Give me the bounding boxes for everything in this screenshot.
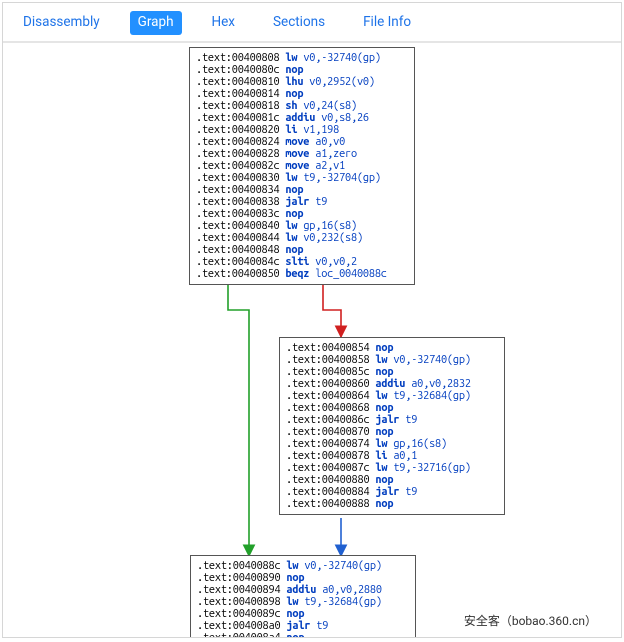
watermark: 安全客（bobao.360.cn）: [464, 612, 597, 629]
graph-node-n0[interactable]: .text:00400808 lw v0,-32740(gp) .text:00…: [189, 47, 415, 285]
tab-graph[interactable]: Graph: [130, 11, 182, 35]
tab-hex[interactable]: Hex: [204, 11, 244, 35]
tab-file-info[interactable]: File Info: [355, 11, 419, 35]
graph-canvas[interactable]: .text:00400808 lw v0,-32740(gp) .text:00…: [3, 43, 621, 637]
tab-disassembly[interactable]: Disassembly: [15, 11, 108, 35]
view-tabs: Disassembly Graph Hex Sections File Info: [3, 3, 621, 43]
app-frame: Disassembly Graph Hex Sections File Info .te…: [2, 2, 622, 638]
edge-true: [323, 283, 341, 337]
graph-node-n2[interactable]: .text:0040088c lw v0,-32740(gp) .text:00…: [190, 555, 416, 639]
edge-false: [228, 283, 249, 556]
tab-sections[interactable]: Sections: [265, 11, 333, 35]
graph-node-n1[interactable]: .text:00400854 nop .text:00400858 lw v0,…: [279, 337, 505, 515]
